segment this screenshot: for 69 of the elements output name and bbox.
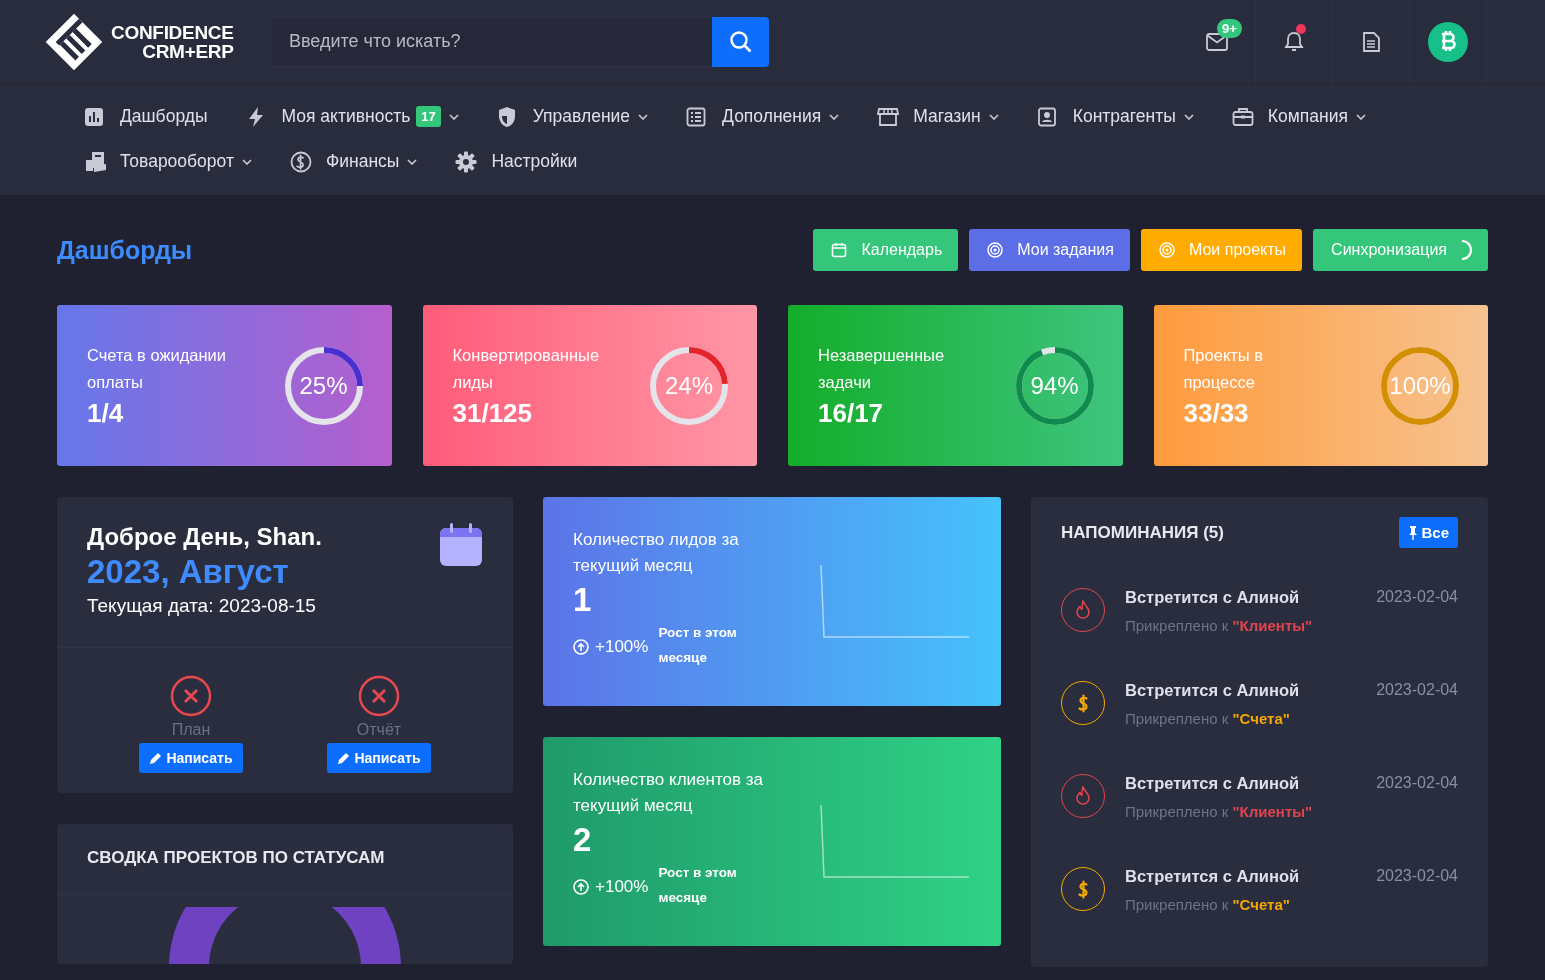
reminder-date: 2023-02-04	[1376, 588, 1458, 607]
report-label: Отчёт	[356, 721, 402, 739]
report-label: План	[171, 721, 211, 739]
reminder-date: 2023-02-04	[1376, 681, 1458, 700]
page-title: Дашборды	[57, 235, 193, 265]
reminder-date: 2023-02-04	[1376, 867, 1458, 886]
nav-label: Дашборды	[120, 106, 208, 127]
nav-menu-item[interactable]: Контрагенты	[1036, 94, 1194, 139]
reminder-title: Встретится с Алиной	[1125, 774, 1300, 793]
current-date: Текущая дата: 2023-08-15	[87, 595, 317, 617]
growth-percent: +100%	[595, 876, 649, 897]
stat-title: Незавершенные задачи	[818, 345, 946, 393]
nav-label: Контрагенты	[1072, 106, 1176, 127]
nav-label: Дополнения	[722, 106, 822, 127]
reminders-title: НАПОМИНАНИЯ (5)	[1061, 522, 1224, 543]
reminder-title: Встретится с Алиной	[1125, 867, 1300, 886]
counter-title: Количество лидов за текущий месяц	[573, 529, 740, 577]
nav-menu-item[interactable]: Компания	[1231, 94, 1366, 139]
counter-title: Количество клиентов за текущий месяц	[573, 769, 763, 817]
search-field[interactable]: Введите что искать?	[270, 16, 712, 67]
nav-menu-item[interactable]: Управление	[496, 94, 649, 139]
nav-menu-item[interactable]: Финансы	[289, 139, 418, 184]
nav-label: Моя активность	[281, 106, 411, 127]
action-button[interactable]: Мои задания	[969, 229, 1130, 271]
nav-label: Товарооборот	[120, 151, 234, 172]
growth-percent: +100%	[595, 636, 649, 657]
stat-percent: 24%	[664, 371, 713, 400]
nav-menu-item[interactable]: Дополнения	[686, 94, 840, 139]
nav-label: Компания	[1267, 106, 1348, 127]
reminder-attachment: Прикреплено к "Клиенты"	[1125, 803, 1314, 820]
counter-value: 1	[573, 581, 593, 619]
logo-text: CONFIDENCE	[111, 22, 234, 42]
nav-label: Настройки	[491, 151, 578, 172]
stat-percent: 100%	[1389, 371, 1451, 400]
write-button[interactable]: Написать	[139, 743, 243, 773]
nav-menu-item[interactable]: Моя активность 17	[245, 94, 459, 139]
logo-text: CRM+ERP	[142, 41, 234, 61]
stat-title: Счета в ожидании оплаты	[87, 345, 228, 393]
summary-title: СВОДКА ПРОЕКТОВ ПО СТАТУСАМ	[57, 824, 513, 895]
reminder-title: Встретится с Алиной	[1125, 681, 1300, 700]
reminder-attachment: Прикреплено к "Клиенты"	[1125, 617, 1314, 634]
write-button[interactable]: Написать	[327, 743, 431, 773]
count-badge: 17	[416, 106, 441, 127]
nav-menu-item[interactable]: Настройки	[455, 139, 578, 184]
month-heading: 2023, Август	[87, 553, 290, 591]
nav-label: Магазин	[913, 106, 981, 127]
reminder-title: Встретится с Алиной	[1125, 588, 1300, 607]
nav-menu-item[interactable]: Магазин	[877, 94, 999, 139]
stat-value: 16/17	[818, 398, 885, 429]
growth-note: Рост в этом месяце	[658, 864, 738, 907]
all-button[interactable]: Все	[1399, 517, 1458, 548]
greeting-title: Доброе День, Shan.	[87, 523, 323, 551]
stat-title: Проекты в процессе	[1183, 345, 1265, 393]
nav-menu-item[interactable]: Дашборды	[84, 94, 208, 139]
stat-percent: 25%	[299, 371, 348, 400]
mail-count-badge: 9+	[1217, 18, 1242, 38]
stat-title: Конвертированные лиды	[452, 345, 601, 393]
reminder-attachment: Прикреплено к "Счета"	[1125, 896, 1291, 913]
stat-percent: 94%	[1030, 371, 1079, 400]
counter-value: 2	[573, 821, 593, 859]
nav-label: Управление	[532, 106, 631, 127]
stat-value: 31/125	[452, 398, 534, 429]
reminder-date: 2023-02-04	[1376, 774, 1458, 793]
nav-label: Финансы	[325, 151, 400, 172]
nav-menu-item[interactable]: Товарооборот	[84, 139, 252, 184]
stat-value: 1/4	[87, 398, 125, 429]
growth-note: Рост в этом месяце	[658, 624, 738, 667]
stat-value: 33/33	[1183, 398, 1250, 429]
reminder-attachment: Прикреплено к "Счета"	[1125, 710, 1291, 727]
